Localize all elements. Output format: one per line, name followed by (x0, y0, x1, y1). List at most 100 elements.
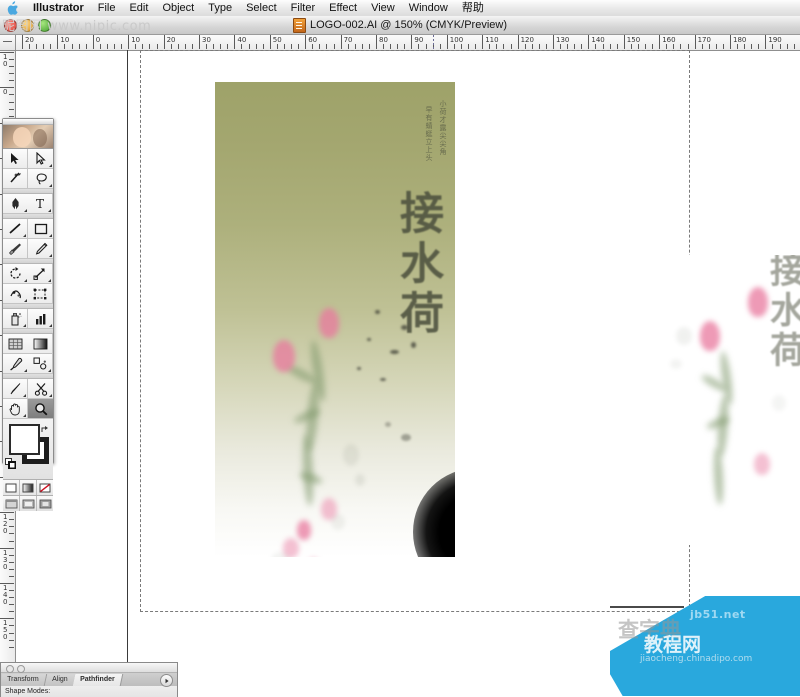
hand-tool[interactable] (3, 399, 28, 419)
selection-tool[interactable] (3, 149, 28, 169)
ink-splatter (331, 514, 345, 530)
document-file-icon (292, 17, 306, 33)
menu-help[interactable]: 帮助 (455, 1, 491, 16)
full-screen-mode[interactable] (37, 496, 53, 511)
tool-flyout-indicator (49, 164, 52, 167)
artwork-placed-image[interactable]: 小荷才露尖尖角 早有蜻蜓立上头 接水荷 (215, 82, 455, 557)
ruler-tick-minor (255, 44, 257, 49)
direct-selection-tool[interactable] (28, 149, 53, 169)
flower-bud (748, 287, 768, 317)
menu-view[interactable]: View (364, 1, 402, 16)
ink-splatter (375, 310, 380, 314)
ruler-origin-corner[interactable] (0, 35, 16, 51)
ink-splatter (385, 422, 391, 427)
type-tool[interactable]: T (28, 194, 53, 214)
column-graph-tool[interactable] (28, 309, 53, 329)
menu-window[interactable]: Window (402, 1, 455, 16)
ruler-tick-minor (354, 44, 356, 49)
ruler-tick-minor (9, 540, 14, 542)
color-fill-button[interactable] (3, 480, 20, 495)
scissors-tool[interactable] (28, 379, 53, 399)
fill-color-swatch[interactable] (9, 424, 40, 455)
tab-align[interactable]: Align (44, 674, 76, 686)
ruler-tick-minor (560, 44, 562, 49)
ruler-tick-minor (361, 44, 363, 49)
rectangle-tool[interactable] (28, 219, 53, 239)
lasso-tool[interactable] (28, 169, 53, 189)
line-segment-tool[interactable] (3, 219, 28, 239)
standard-screen-mode[interactable] (3, 496, 20, 511)
mesh-tool[interactable] (3, 334, 28, 354)
palette-title-bar[interactable] (1, 663, 177, 673)
paintbrush-tool[interactable] (3, 239, 28, 259)
menu-object[interactable]: Object (155, 1, 201, 16)
pencil-tool[interactable] (28, 239, 53, 259)
zoom-button[interactable] (38, 19, 51, 32)
palette-tab-strip[interactable]: Transform Align Pathfinder (1, 673, 177, 687)
tab-pathfinder-label: Pathfinder (80, 676, 115, 683)
default-fill-stroke-icon[interactable] (5, 456, 17, 470)
menu-effect[interactable]: Effect (322, 1, 364, 16)
menu-file[interactable]: File (91, 1, 123, 16)
minimize-button[interactable] (21, 19, 34, 32)
full-screen-with-menubar[interactable] (20, 496, 37, 511)
rotate-tool[interactable] (3, 264, 28, 284)
ruler-tick-minor (9, 554, 14, 556)
ruler-tick-minor (106, 44, 108, 49)
menu-type[interactable]: Type (201, 1, 239, 16)
fill-mode-buttons[interactable] (3, 479, 53, 495)
menu-illustrator[interactable]: Illustrator (26, 1, 91, 16)
ruler-tick-minor (503, 44, 505, 49)
gradient-tool[interactable] (28, 334, 53, 354)
close-button[interactable] (4, 19, 17, 32)
swap-fill-stroke-icon[interactable] (41, 421, 50, 432)
symbol-sprayer-tool[interactable] (3, 309, 28, 329)
zoom-tool[interactable] (28, 399, 53, 419)
ink-splatter (355, 474, 365, 486)
slice-tool[interactable] (3, 379, 28, 399)
blend-tool[interactable] (28, 354, 53, 374)
menu-filter[interactable]: Filter (284, 1, 322, 16)
free-transform-tool[interactable] (28, 284, 53, 304)
ruler-tick-minor (99, 44, 101, 49)
ruler-tick-minor (9, 575, 14, 577)
ruler-label: 120 (3, 513, 8, 536)
ink-splatter (401, 325, 408, 330)
ruler-label: 140 (591, 36, 605, 44)
palette-close-button[interactable] (6, 664, 14, 673)
ruler-tick-minor (248, 44, 250, 49)
tools-palette[interactable]: T (2, 118, 54, 511)
menu-select[interactable]: Select (239, 1, 284, 16)
ruler-label: 0 (95, 36, 101, 44)
pen-tool[interactable] (3, 194, 28, 214)
ruler-tick-minor (36, 44, 38, 49)
magic-wand-tool[interactable] (3, 169, 28, 189)
none-fill-button[interactable] (37, 480, 53, 495)
ruler-tick-minor (673, 44, 675, 49)
ruler-tick-minor (149, 44, 151, 49)
ruler-label: 120 (520, 36, 534, 44)
palette-options-icon[interactable] (160, 674, 173, 687)
screen-mode-buttons[interactable] (3, 495, 53, 511)
tab-transform[interactable]: Transform (1, 674, 47, 686)
artwork-duplicate-fragment[interactable]: 接水荷 (660, 255, 800, 545)
ruler-tick-minor (9, 526, 14, 528)
scale-tool[interactable] (28, 264, 53, 284)
palette-minimize-button[interactable] (17, 664, 25, 673)
horizontal-ruler[interactable]: 20 10 0 10 20 30 40 50 60 70 80 90 100 110 120 130 140 15… (0, 35, 800, 51)
ruler-tick-minor (722, 44, 724, 49)
gradient-fill-button[interactable] (20, 480, 37, 495)
menu-edit[interactable]: Edit (122, 1, 155, 16)
ruler-label: 40 (237, 36, 247, 44)
eyedropper-tool[interactable] (3, 354, 28, 374)
warp-tool[interactable] (3, 284, 28, 304)
pathfinder-palette[interactable]: Transform Align Pathfinder Shape Modes: (0, 662, 178, 697)
ruler-label: 20 (25, 36, 34, 44)
window-controls[interactable] (4, 19, 51, 32)
tab-pathfinder[interactable]: Pathfinder (72, 674, 124, 686)
ink-splatter (357, 367, 361, 370)
tool-flyout-indicator (49, 254, 52, 257)
apple-logo-icon[interactable] (0, 1, 26, 15)
color-swatch-area[interactable] (3, 419, 53, 479)
ruler-tick-minor (772, 44, 774, 49)
